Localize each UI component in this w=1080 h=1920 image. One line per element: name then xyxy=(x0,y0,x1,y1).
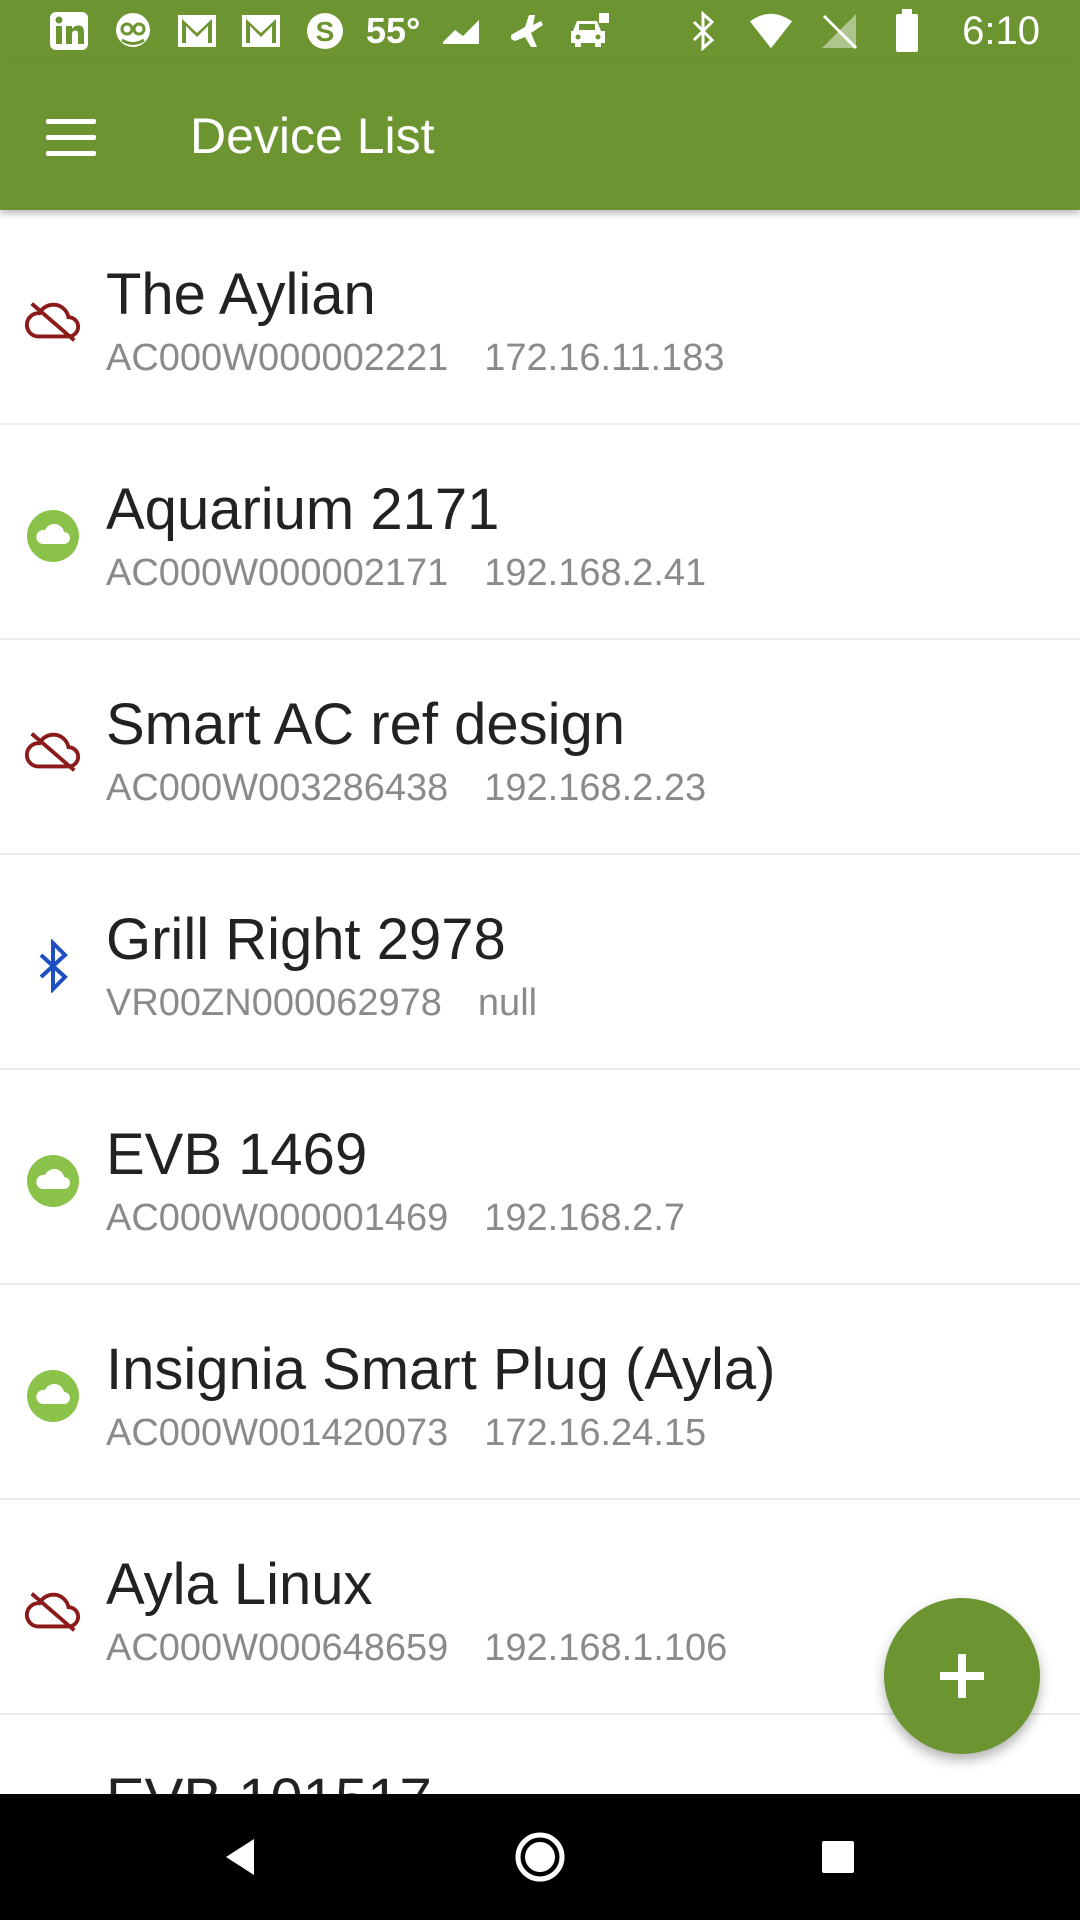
home-icon[interactable] xyxy=(505,1822,575,1892)
battery-icon xyxy=(884,8,930,54)
bluetooth-icon xyxy=(24,937,82,995)
device-row[interactable]: Grill Right 2978 VR00ZN000062978 null xyxy=(0,855,1080,1070)
back-icon[interactable] xyxy=(205,1822,275,1892)
add-device-button[interactable] xyxy=(884,1598,1040,1754)
skype-icon: S xyxy=(302,8,348,54)
device-name: EVB 101517 xyxy=(106,1767,432,1794)
device-dsn: AC000W001420073 xyxy=(106,1412,449,1454)
device-details: AC000W000648659 192.168.1.106 xyxy=(106,1626,727,1670)
device-name: EVB 1469 xyxy=(106,1122,368,1187)
wifi-icon xyxy=(748,8,794,54)
cloud-offline-icon xyxy=(24,1582,82,1640)
cloud-online-icon xyxy=(24,1367,82,1425)
status-bar-system: 6:10 xyxy=(680,0,1040,62)
clock-text: 6:10 xyxy=(962,8,1040,53)
device-dsn: VR00ZN000062978 xyxy=(106,982,442,1024)
device-ip: null xyxy=(477,982,538,1024)
device-row[interactable]: Insignia Smart Plug (Ayla) AC000W0014200… xyxy=(0,1285,1080,1500)
hamburger-menu-icon[interactable] xyxy=(40,104,106,170)
cloud-offline-icon xyxy=(24,722,82,780)
recents-icon[interactable] xyxy=(803,1822,873,1892)
page-title: Device List xyxy=(190,108,435,164)
device-name: Grill Right 2978 xyxy=(106,907,506,972)
cloud-online-icon xyxy=(24,507,82,565)
device-dsn: AC000W000002171 xyxy=(106,552,449,594)
chart-icon xyxy=(438,8,484,54)
device-ip: 192.168.2.41 xyxy=(484,552,707,594)
device-row[interactable]: Smart AC ref design AC000W003286438 192.1… xyxy=(0,640,1080,855)
temperature-text: 55° xyxy=(366,10,421,51)
flight-icon xyxy=(502,8,548,54)
device-details: AC000W003286438 192.168.2.23 xyxy=(106,766,706,810)
device-name: The Aylian xyxy=(106,262,376,327)
status-bar-notifications: S 55° xyxy=(46,0,612,62)
device-details: AC000W001420073 172.16.24.15 xyxy=(106,1411,706,1455)
device-row[interactable]: EVB 1469 AC000W000001469 192.168.2.7 xyxy=(0,1070,1080,1285)
bluetooth-icon xyxy=(680,8,726,54)
device-ip: 192.168.2.23 xyxy=(484,767,707,809)
device-ip: 172.16.11.183 xyxy=(484,337,725,379)
device-ip: 172.16.24.15 xyxy=(484,1412,707,1454)
gmail-icon xyxy=(174,8,220,54)
device-ip: 192.168.2.7 xyxy=(484,1197,686,1239)
device-list[interactable]: The Aylian AC000W000002221 172.16.11.183 … xyxy=(0,210,1080,1794)
device-row[interactable]: Aquarium 2171 AC000W000002171 192.168.2.4… xyxy=(0,425,1080,640)
device-dsn: AC000W000648659 xyxy=(106,1627,449,1669)
device-name: Ayla Linux xyxy=(106,1552,373,1617)
linkedin-icon xyxy=(46,8,92,54)
cloud-offline-icon xyxy=(24,292,82,350)
no-signal-icon xyxy=(816,8,862,54)
device-details: AC000W000002221 172.16.11.183 xyxy=(106,336,724,380)
device-ip: 192.168.1.106 xyxy=(484,1627,728,1669)
device-name: Aquarium 2171 xyxy=(106,477,500,542)
device-dsn: AC000W000002221 xyxy=(106,337,449,379)
plus-icon xyxy=(940,1654,984,1698)
svg-text:S: S xyxy=(316,16,335,47)
device-details: AC000W000002171 192.168.2.41 xyxy=(106,551,706,595)
device-row[interactable]: The Aylian AC000W000002221 172.16.11.183 xyxy=(0,210,1080,425)
device-dsn: AC000W000001469 xyxy=(106,1197,449,1239)
app-bar: Device List xyxy=(0,62,1080,210)
navigation-bar xyxy=(0,1794,1080,1920)
chat-icon xyxy=(110,8,156,54)
gmail-icon xyxy=(238,8,284,54)
car-icon xyxy=(566,8,612,54)
device-name: Smart AC ref design xyxy=(106,692,625,757)
device-details: AC000W000001469 192.168.2.7 xyxy=(106,1196,685,1240)
status-bar: S 55° 6:10 xyxy=(0,0,1080,62)
device-dsn: AC000W003286438 xyxy=(106,767,449,809)
cloud-online-icon xyxy=(24,1152,82,1210)
device-details: VR00ZN000062978 null xyxy=(106,981,537,1025)
device-name: Insignia Smart Plug (Ayla) xyxy=(106,1337,776,1402)
